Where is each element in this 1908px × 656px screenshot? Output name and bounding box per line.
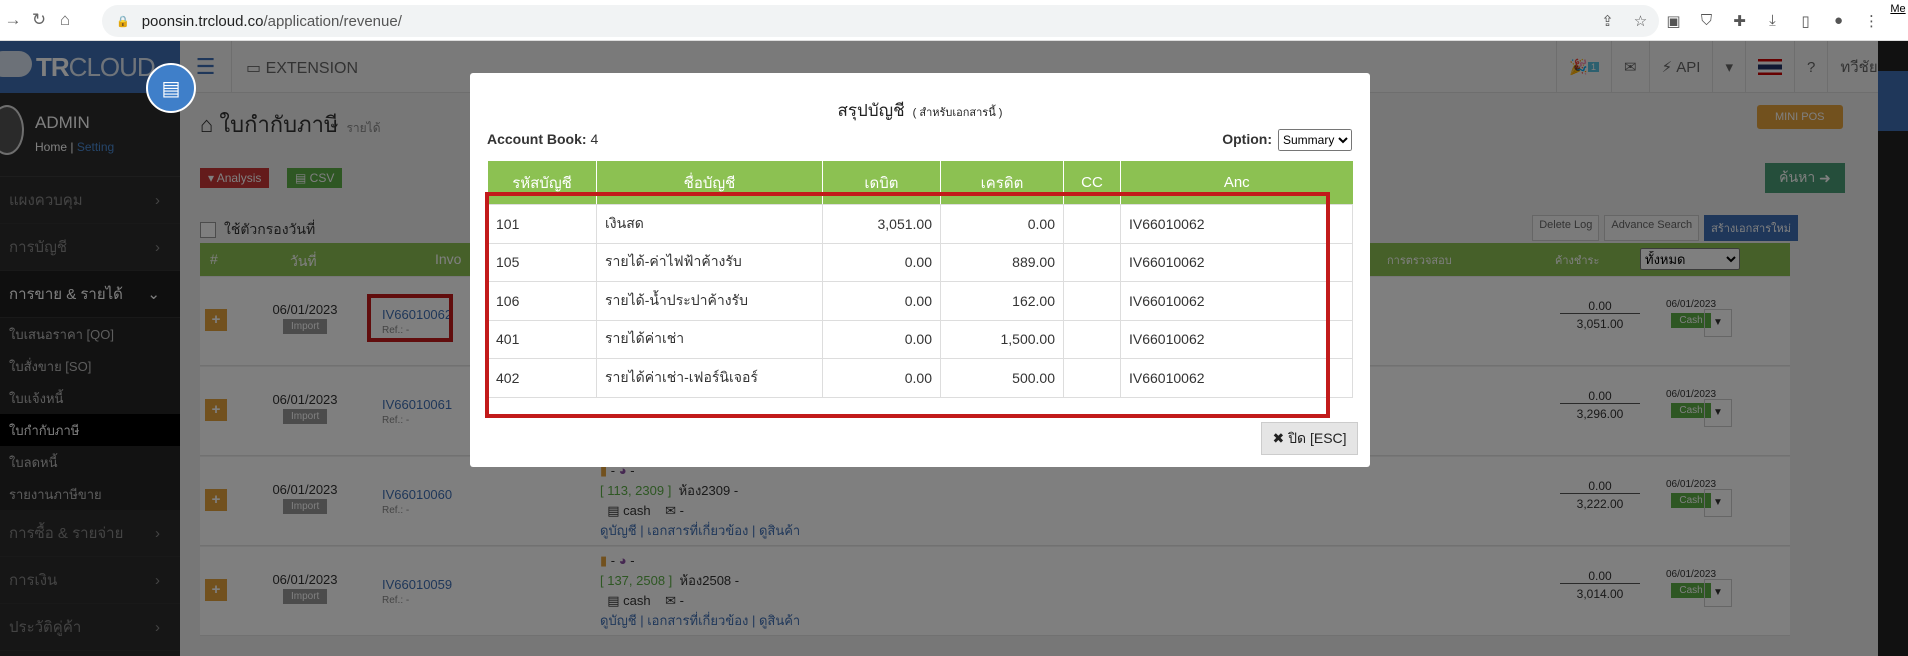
bookmark-star-icon[interactable]: ☆ [1624, 12, 1657, 30]
home-icon[interactable]: ⌂ [52, 10, 78, 30]
close-button[interactable]: ✖ ปิด [ESC] [1261, 422, 1358, 455]
sidepanel-icon[interactable]: ▯ [1789, 12, 1822, 30]
account-book: Account Book: 4 [487, 131, 598, 147]
account-book-label: Account Book: [487, 131, 587, 147]
share-icon[interactable]: ⇪ [1591, 12, 1624, 30]
url-host: poonsin.trcloud.co [141, 12, 264, 30]
modal-title: สรุปบัญชี ( สำหรับเอกสารนี้ ) [470, 97, 1370, 124]
forward-icon[interactable]: → [0, 10, 26, 30]
puzzle-icon[interactable]: ✚ [1723, 12, 1756, 30]
modal-title-text: สรุปบัญชี [837, 101, 905, 120]
download-icon[interactable]: ⤓ [1756, 12, 1789, 29]
account-summary-modal: สรุปบัญชี ( สำหรับเอกสารนี้ ) Account Boo… [470, 73, 1370, 467]
extension-icon[interactable]: ▣ [1657, 12, 1690, 30]
option-select[interactable]: Summary [1278, 129, 1352, 151]
option-group: Option: Summary [1222, 129, 1352, 151]
profile-icon[interactable]: ● [1822, 12, 1855, 29]
book-icon[interactable]: ▤ [146, 63, 196, 113]
lock-icon: 🔒 [116, 15, 130, 28]
highlight-box [485, 192, 1330, 418]
menu-dots-icon[interactable]: ⋮ [1855, 12, 1888, 30]
option-label: Option: [1222, 131, 1272, 147]
me-link[interactable]: Me [1888, 3, 1908, 15]
browser-toolbar: → ↻ ⌂ 🔒 poonsin.trcloud.co/application/r… [0, 0, 1908, 41]
modal-title-note: ( สำหรับเอกสารนี้ ) [912, 107, 1003, 119]
close-label: ปิด [ESC] [1288, 429, 1347, 446]
account-book-value: 4 [590, 131, 599, 147]
reload-icon[interactable]: ↻ [26, 10, 52, 30]
url-path: /application/revenue/ [263, 12, 402, 30]
close-icon: ✖ [1272, 430, 1285, 446]
address-bar[interactable]: 🔒 poonsin.trcloud.co/application/revenue… [102, 5, 1659, 37]
shield-icon[interactable]: ⛉ [1690, 12, 1723, 29]
